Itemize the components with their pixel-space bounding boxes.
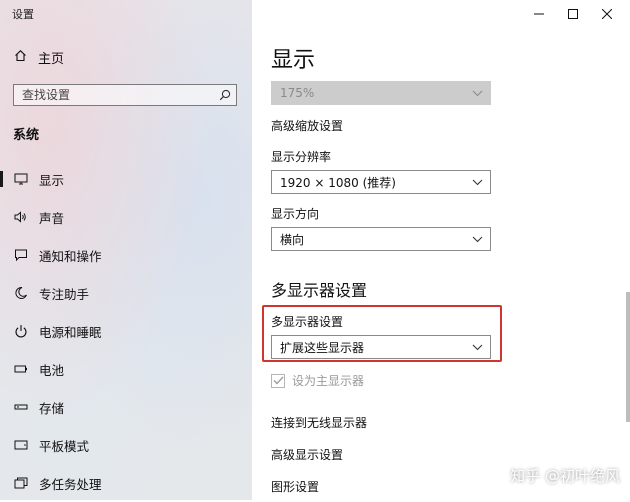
sidebar-item-label: 多任务处理 (39, 476, 102, 492)
maximize-icon (568, 4, 578, 23)
scale-value: 175% (280, 86, 315, 100)
chevron-down-icon (464, 236, 490, 243)
sidebar-item-battery[interactable]: 电池 (0, 350, 252, 388)
home-icon (14, 49, 27, 66)
monitor-icon (14, 172, 28, 186)
storage-icon (14, 400, 28, 414)
sidebar-item-label: 通知和操作 (39, 248, 102, 264)
moon-icon (14, 286, 28, 300)
search-box[interactable] (13, 84, 237, 106)
minimize-icon (534, 4, 544, 23)
sidebar-nav: 显示 声音 通知和操作 专注助手 电源和睡眠 电池 存储 平板模式 多任务处理 (0, 160, 252, 502)
primary-display-label: 设为主显示器 (292, 374, 365, 388)
battery-icon (14, 362, 28, 376)
sidebar-item-storage[interactable]: 存储 (0, 388, 252, 426)
advanced-scaling-link[interactable]: 高级缩放设置 (271, 117, 343, 134)
chevron-down-icon (464, 344, 490, 351)
sidebar: 设置 主页 系统 显示 声音 通知和操作 (0, 0, 252, 500)
watermark: 知乎 @初叶绝风 (510, 467, 620, 485)
home-label: 主页 (38, 52, 65, 67)
window-controls (522, 2, 624, 24)
multitask-icon (14, 476, 28, 490)
resolution-value: 1920 × 1080 (推荐) (280, 175, 396, 190)
multi-display-label: 多显示器设置 (271, 315, 344, 329)
orientation-value: 横向 (280, 232, 305, 247)
resolution-select[interactable]: 1920 × 1080 (推荐) (271, 170, 491, 194)
multi-display-value: 扩展这些显示器 (280, 340, 365, 355)
sidebar-item-label: 存储 (39, 400, 65, 416)
maximize-button[interactable] (556, 2, 590, 24)
sidebar-item-label: 声音 (39, 210, 65, 226)
primary-display-checkbox[interactable] (271, 373, 285, 388)
page-title: 显示 (271, 48, 316, 73)
advanced-display-link[interactable]: 高级显示设置 (271, 446, 343, 463)
close-button[interactable] (590, 2, 624, 24)
orientation-select[interactable]: 横向 (271, 227, 491, 251)
chevron-down-icon (464, 179, 490, 186)
sidebar-item-focus-assist[interactable]: 专注助手 (0, 274, 252, 312)
sidebar-item-label: 专注助手 (39, 286, 90, 302)
multi-display-heading: 多显示器设置 (271, 281, 368, 300)
home-nav-item[interactable]: 主页 (14, 48, 64, 67)
multi-display-select[interactable]: 扩展这些显示器 (271, 335, 491, 359)
main-pane: 显示 175% 高级缩放设置 显示分辨率 1920 × 1080 (推荐) 显示… (252, 0, 630, 500)
sidebar-item-tablet-mode[interactable]: 平板模式 (0, 426, 252, 464)
sidebar-item-notifications[interactable]: 通知和操作 (0, 236, 252, 274)
chevron-down-icon (464, 90, 490, 97)
orientation-label: 显示方向 (271, 207, 320, 221)
graphics-settings-link[interactable]: 图形设置 (271, 478, 319, 495)
sidebar-item-label: 平板模式 (39, 438, 90, 454)
wireless-display-link[interactable]: 连接到无线显示器 (271, 414, 367, 431)
close-icon (601, 4, 613, 23)
message-icon (14, 248, 28, 262)
section-heading-system: 系统 (13, 128, 40, 143)
speaker-icon (14, 210, 28, 224)
scale-select[interactable]: 175% (271, 81, 491, 105)
sidebar-item-sound[interactable]: 声音 (0, 198, 252, 236)
scrollbar[interactable] (626, 292, 630, 422)
sidebar-item-power-sleep[interactable]: 电源和睡眠 (0, 312, 252, 350)
search-input[interactable] (14, 86, 214, 104)
resolution-label: 显示分辨率 (271, 150, 332, 164)
sidebar-item-display[interactable]: 显示 (0, 160, 252, 198)
search-icon[interactable] (214, 89, 236, 101)
power-icon (14, 324, 28, 338)
sidebar-item-label: 电池 (39, 362, 65, 378)
primary-display-checkbox-row[interactable]: 设为主显示器 (271, 372, 364, 389)
sidebar-item-label: 电源和睡眠 (39, 324, 102, 340)
minimize-button[interactable] (522, 2, 556, 24)
sidebar-item-label: 显示 (39, 172, 65, 188)
sidebar-item-multitasking[interactable]: 多任务处理 (0, 464, 252, 502)
tablet-icon (14, 438, 28, 452)
app-title: 设置 (12, 8, 34, 21)
